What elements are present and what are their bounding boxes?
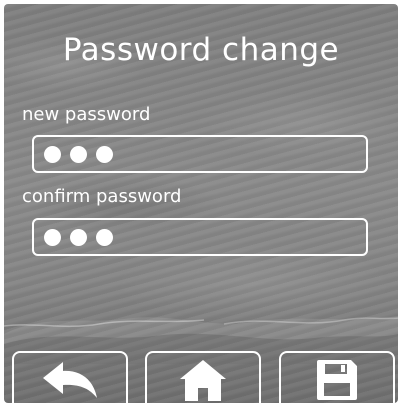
new-password-field[interactable]: [32, 135, 368, 173]
new-password-label: new password: [22, 104, 151, 125]
back-arrow-icon: [43, 362, 97, 398]
home-icon: [180, 360, 226, 401]
password-mask-dot: [96, 228, 113, 246]
password-mask-dot: [70, 228, 87, 246]
page-title: Password change: [62, 32, 340, 68]
password-mask-dot: [70, 145, 87, 163]
password-mask-dot: [44, 228, 61, 246]
save-button[interactable]: [279, 351, 395, 403]
save-floppy-icon: [317, 360, 357, 400]
confirm-password-label: confirm password: [22, 186, 182, 207]
password-change-screen: Password change new password confirm pas…: [4, 4, 398, 403]
password-mask-dot: [96, 145, 113, 163]
confirm-password-field[interactable]: [32, 218, 368, 256]
home-button[interactable]: [145, 351, 261, 403]
password-mask-dot: [44, 145, 61, 163]
back-button[interactable]: [12, 351, 128, 403]
